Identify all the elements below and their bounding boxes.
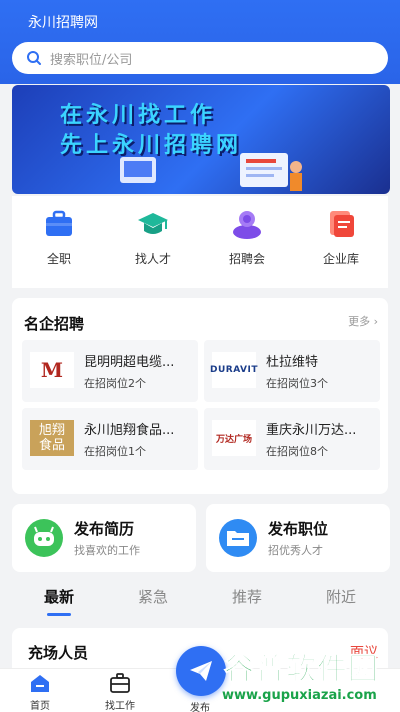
company-job-count: 在招岗位8个: [266, 445, 328, 458]
more-label: 更多: [348, 315, 371, 328]
post-resume-title: 发布简历: [74, 520, 135, 538]
company-logo-text: DURAVIT: [209, 365, 259, 375]
company-card[interactable]: M 昆明明超电缆... 在招岗位2个: [22, 340, 198, 402]
people-icon: [233, 211, 261, 239]
banner-illustration: [120, 153, 302, 191]
search-placeholder: 搜索职位/公司: [50, 52, 133, 68]
tab-recommended[interactable]: 推荐: [200, 582, 294, 618]
company-card[interactable]: 旭翔食品 永川旭翔食品... 在招岗位1个: [22, 408, 198, 470]
quick-nav-label: 企业库: [322, 252, 359, 266]
promo-banner[interactable]: 在永川找工作 先上永川招聘网: [12, 85, 390, 194]
quick-nav-fulltime[interactable]: 全职: [12, 196, 106, 288]
company-logo: M: [30, 352, 74, 388]
nav-publish-label: 发布: [190, 703, 210, 712]
post-resume-card[interactable]: 发布简历 找喜欢的工作: [12, 504, 196, 572]
app-title: 永川招聘网: [28, 15, 98, 31]
company-card[interactable]: 万达广场 重庆永川万达... 在招岗位8个: [204, 408, 380, 470]
nav-find-job-label: 找工作: [105, 701, 135, 712]
quick-nav-company-library[interactable]: 企业库: [294, 196, 388, 288]
quick-nav-find-talent[interactable]: 找人才: [106, 196, 200, 288]
job-title: 充场人员: [28, 644, 89, 662]
job-tabs: 最新 紧急 推荐 附近: [12, 582, 388, 618]
quick-nav-label: 全职: [46, 252, 71, 266]
quick-nav-job-fair[interactable]: 招聘会: [200, 196, 294, 288]
nav-home-label: 首页: [30, 701, 50, 712]
tab-latest[interactable]: 最新: [12, 582, 106, 618]
watermark-text: 谷普软件园: [224, 652, 379, 688]
company-name: 重庆永川万达...: [266, 423, 357, 438]
company-card[interactable]: DURAVIT 杜拉维特 在招岗位3个: [204, 340, 380, 402]
company-logo: 万达广场: [212, 420, 256, 456]
company-logo-text: 旭翔食品: [38, 423, 65, 453]
company-logo: 旭翔食品: [30, 420, 74, 456]
company-name: 昆明明超电缆...: [84, 355, 175, 370]
company-card-icon: [330, 211, 354, 237]
tab-nearby[interactable]: 附近: [294, 582, 388, 618]
watermark: 谷普软件园 www.gupuxiazai.com: [218, 640, 400, 712]
top-header: 永川招聘网 搜索职位/公司: [0, 0, 400, 84]
chevron-right-icon: ›: [373, 315, 378, 328]
banner-line-1: 在永川找工作: [60, 103, 217, 128]
company-job-count: 在招岗位3个: [266, 377, 328, 390]
company-logo: DURAVIT: [209, 352, 259, 388]
post-job-title: 发布职位: [268, 520, 329, 538]
quick-nav-label: 找人才: [134, 252, 171, 266]
paper-plane-icon: [190, 661, 212, 681]
resume-robot-icon: [25, 519, 63, 557]
company-name: 杜拉维特: [266, 355, 319, 370]
quick-nav: 全职 找人才 招聘会 企业库: [12, 196, 388, 288]
company-job-count: 在招岗位1个: [84, 445, 146, 458]
post-resume-subtitle: 找喜欢的工作: [74, 544, 140, 557]
graduation-cap-icon: [138, 213, 168, 234]
briefcase-outline-icon: [110, 673, 130, 693]
folder-icon: [219, 519, 257, 557]
company-job-count: 在招岗位2个: [84, 377, 146, 390]
briefcase-icon: [46, 210, 72, 236]
nav-home[interactable]: 首页: [10, 673, 70, 712]
search-icon: [27, 51, 41, 65]
home-icon: [31, 675, 49, 692]
more-link[interactable]: 更多 ›: [348, 313, 378, 329]
post-job-subtitle: 招优秀人才: [268, 544, 323, 557]
quick-nav-label: 招聘会: [228, 252, 265, 266]
nav-find-job[interactable]: 找工作: [90, 673, 150, 712]
company-logo-text: 万达广场: [215, 434, 252, 445]
post-job-card[interactable]: 发布职位 招优秀人才: [206, 504, 390, 572]
company-name: 永川旭翔食品...: [84, 423, 175, 438]
famous-companies-section: 名企招聘 更多 › M 昆明明超电缆... 在招岗位2个 DURAVIT 杜拉维…: [12, 298, 388, 494]
section-title: 名企招聘: [24, 315, 85, 333]
search-input[interactable]: 搜索职位/公司: [12, 42, 388, 74]
watermark-url: www.gupuxiazai.com: [222, 688, 377, 703]
tab-urgent[interactable]: 紧急: [106, 582, 200, 618]
company-logo-text: M: [40, 358, 64, 382]
